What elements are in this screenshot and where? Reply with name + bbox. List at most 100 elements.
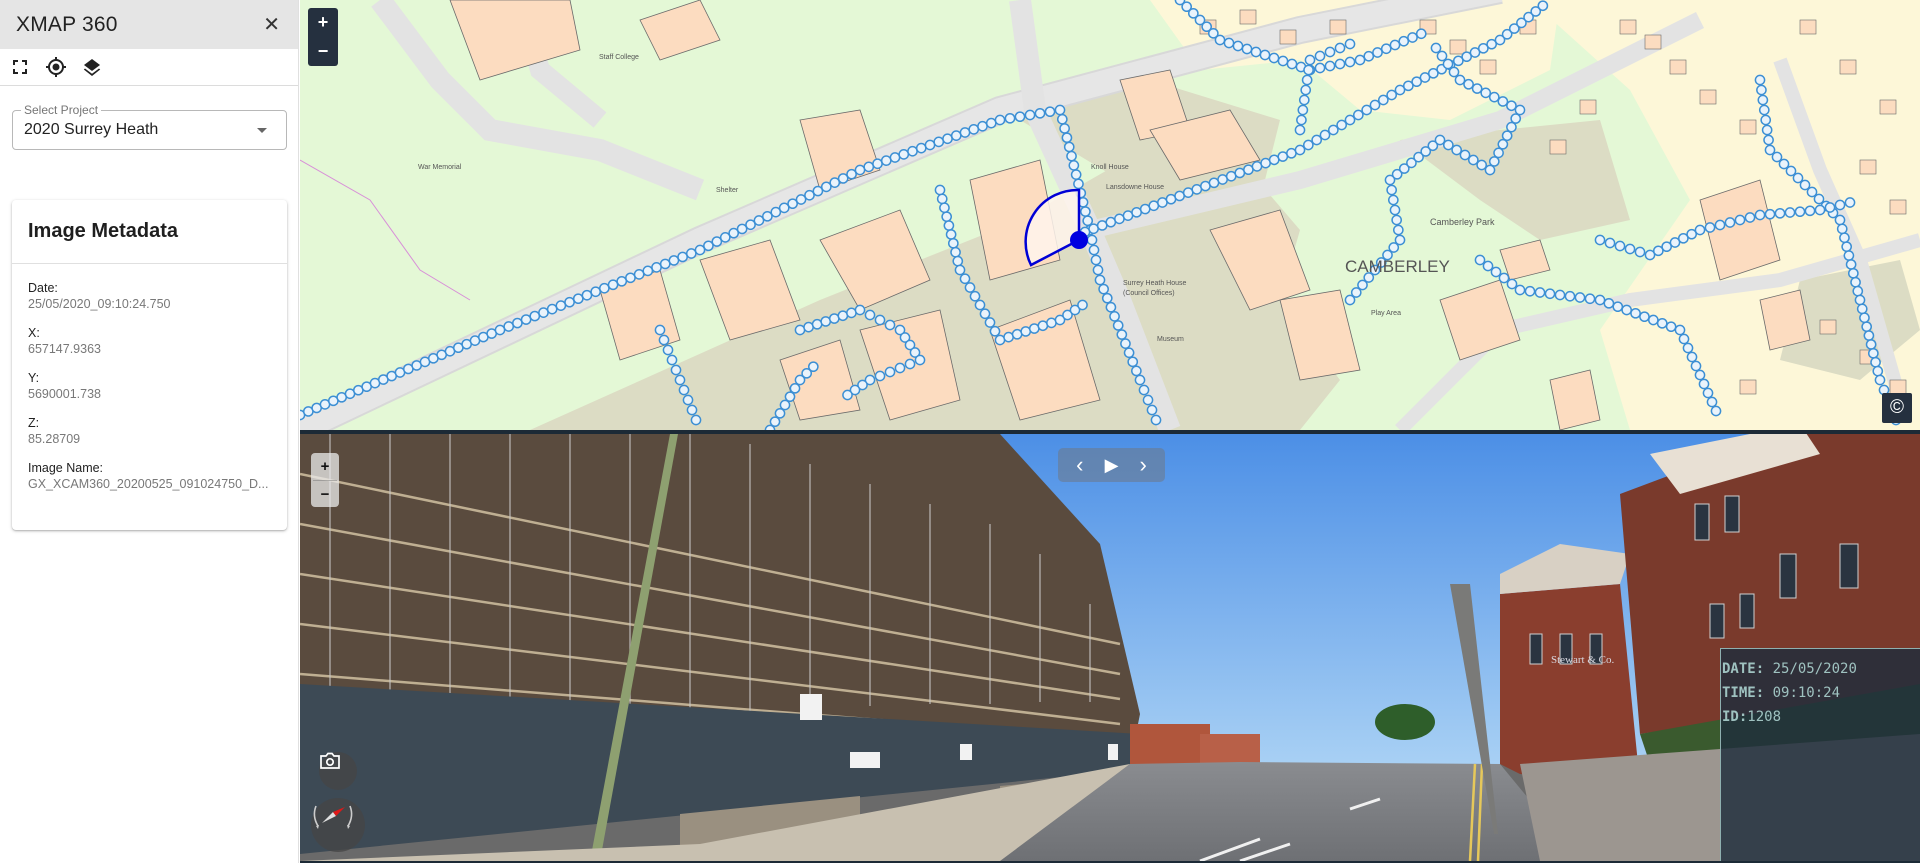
track-point[interactable] <box>1734 214 1746 226</box>
track-point[interactable] <box>1454 74 1466 86</box>
track-point[interactable] <box>625 272 636 284</box>
track-point[interactable] <box>1260 157 1271 169</box>
track-point[interactable] <box>1482 260 1494 272</box>
track-point[interactable] <box>658 334 670 346</box>
previous-image-button[interactable]: ‹ <box>1066 448 1094 482</box>
track-point[interactable] <box>1706 396 1718 408</box>
track-point[interactable] <box>1874 374 1886 386</box>
track-point[interactable] <box>1634 246 1646 258</box>
track-point[interactable] <box>1020 326 1032 337</box>
track-point[interactable] <box>828 313 840 324</box>
track-point[interactable] <box>1217 174 1228 185</box>
track-point[interactable] <box>607 279 619 291</box>
copyright-button[interactable]: © <box>1882 393 1912 423</box>
track-point[interactable] <box>1415 28 1427 40</box>
track-point[interactable] <box>774 407 786 419</box>
track-point[interactable] <box>1698 378 1710 390</box>
track-point[interactable] <box>1146 404 1158 416</box>
track-point[interactable] <box>1073 178 1084 190</box>
track-point[interactable] <box>1614 240 1626 252</box>
track-point[interactable] <box>1814 204 1826 216</box>
track-point[interactable] <box>1574 292 1586 303</box>
track-point[interactable] <box>933 136 945 148</box>
track-point[interactable] <box>659 258 671 270</box>
track-point[interactable] <box>1506 121 1517 133</box>
track-point[interactable] <box>1286 147 1297 159</box>
track-point[interactable] <box>1301 74 1313 86</box>
track-point[interactable] <box>564 296 575 308</box>
track-point[interactable] <box>1674 324 1686 336</box>
track-point[interactable] <box>1564 290 1576 302</box>
track-point[interactable] <box>1105 301 1117 313</box>
track-point[interactable] <box>1794 206 1806 218</box>
track-point[interactable] <box>1208 177 1220 189</box>
track-point[interactable] <box>1327 124 1339 136</box>
track-point[interactable] <box>942 133 953 145</box>
track-point[interactable] <box>1480 87 1492 99</box>
track-point[interactable] <box>1514 284 1526 296</box>
track-point[interactable] <box>1037 320 1049 332</box>
track-point[interactable] <box>1380 43 1392 55</box>
track-point[interactable] <box>789 382 801 394</box>
track-point[interactable] <box>1034 107 1046 119</box>
track-point[interactable] <box>538 307 549 318</box>
track-point[interactable] <box>1241 43 1253 55</box>
track-point[interactable] <box>1867 347 1879 359</box>
track-point[interactable] <box>581 289 593 301</box>
track-point[interactable] <box>1604 237 1616 249</box>
track-point[interactable] <box>947 237 959 249</box>
track-point[interactable] <box>1394 234 1406 246</box>
track-point[interactable] <box>837 310 849 322</box>
track-point[interactable] <box>1122 210 1134 221</box>
track-point[interactable] <box>1363 50 1375 62</box>
track-point[interactable] <box>1506 100 1517 112</box>
track-point[interactable] <box>863 161 875 173</box>
track-point[interactable] <box>1630 307 1641 319</box>
pano-zoom-out-button[interactable]: − <box>311 481 339 508</box>
track-point[interactable] <box>1442 139 1454 151</box>
track-point[interactable] <box>1639 311 1650 323</box>
panorama-view[interactable]: Stewart & Co. + − ‹ ▶ › DATE: 25/05/2020… <box>300 434 1920 861</box>
track-point[interactable] <box>1834 214 1846 226</box>
track-point[interactable] <box>936 193 948 205</box>
track-point[interactable] <box>1070 169 1082 180</box>
track-point[interactable] <box>807 361 819 373</box>
track-point[interactable] <box>651 262 662 273</box>
track-point[interactable] <box>1872 365 1884 377</box>
compass-button[interactable] <box>311 798 365 852</box>
track-point[interactable] <box>1843 250 1855 261</box>
track-point[interactable] <box>1131 206 1142 218</box>
track-point[interactable] <box>529 310 541 322</box>
track-point[interactable] <box>1710 405 1722 417</box>
track-point[interactable] <box>1300 84 1312 96</box>
track-point[interactable] <box>915 142 927 154</box>
track-point[interactable] <box>907 145 918 157</box>
track-point[interactable] <box>1223 37 1235 49</box>
track-point[interactable] <box>889 152 901 163</box>
track-point[interactable] <box>494 324 506 336</box>
track-point[interactable] <box>1682 342 1694 354</box>
track-point[interactable] <box>1068 160 1080 171</box>
track-point[interactable] <box>794 324 806 336</box>
track-point[interactable] <box>968 124 980 135</box>
track-point[interactable] <box>939 202 950 214</box>
track-point[interactable] <box>1286 58 1298 70</box>
track-point[interactable] <box>811 318 823 330</box>
track-point[interactable] <box>1484 164 1496 176</box>
track-point[interactable] <box>1760 114 1772 126</box>
track-point[interactable] <box>1764 208 1776 220</box>
track-point[interactable] <box>1096 220 1108 231</box>
track-point[interactable] <box>1105 216 1117 228</box>
track-point[interactable] <box>1298 94 1310 106</box>
track-point[interactable] <box>803 321 814 333</box>
track-point[interactable] <box>1514 104 1526 116</box>
track-point[interactable] <box>820 316 832 327</box>
camera-button[interactable] <box>319 752 357 790</box>
track-point[interactable] <box>642 265 654 277</box>
track-point[interactable] <box>941 211 953 223</box>
track-point[interactable] <box>1294 144 1306 156</box>
track-point[interactable] <box>1854 294 1866 306</box>
track-point[interactable] <box>1834 199 1846 211</box>
track-point[interactable] <box>1665 321 1677 333</box>
track-point[interactable] <box>654 324 666 336</box>
